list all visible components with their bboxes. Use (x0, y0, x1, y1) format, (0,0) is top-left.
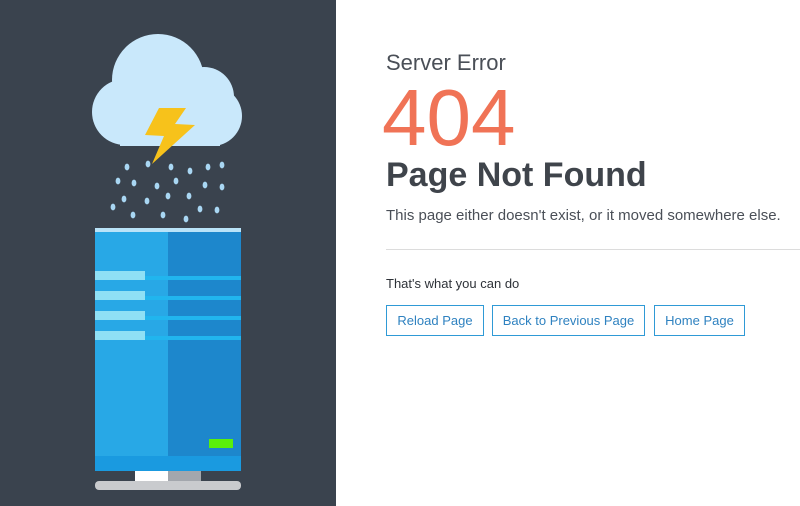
error-description: This page either doesn't exist, or it mo… (386, 207, 781, 224)
status-led (209, 439, 233, 448)
rain-drops (110, 160, 225, 223)
server-error-illustration (92, 34, 242, 490)
actions-label: That's what you can do (386, 276, 520, 291)
server-icon (95, 228, 241, 490)
home-page-button[interactable]: Home Page (654, 305, 745, 336)
error-code: 404 (382, 73, 516, 162)
divider (386, 249, 800, 250)
reload-page-button[interactable]: Reload Page (386, 305, 484, 336)
back-to-previous-page-button[interactable]: Back to Previous Page (492, 305, 645, 336)
page-title: Page Not Found (386, 156, 647, 194)
illustration-panel (0, 0, 336, 506)
error-content: Server Error 404 Page Not Found This pag… (382, 0, 800, 506)
